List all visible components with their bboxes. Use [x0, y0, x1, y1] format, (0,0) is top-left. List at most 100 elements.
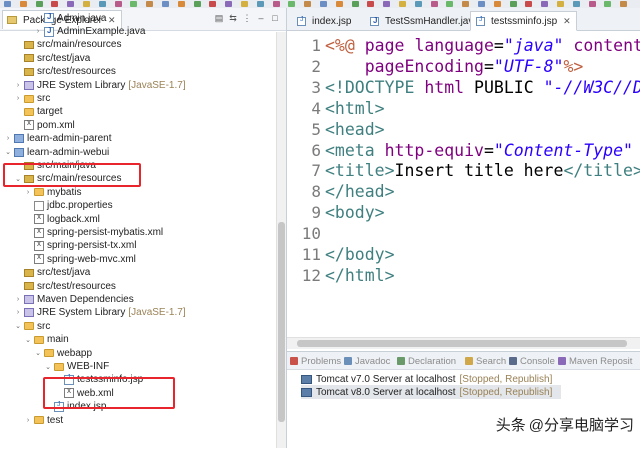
tree-item[interactable]: spring-web-mvc.xml [24, 252, 136, 266]
editor-horizontal-scrollbar[interactable] [287, 337, 640, 349]
tree-item[interactable]: › JRE System Library [JavaSE-1.7] [14, 79, 186, 92]
editor-tab[interactable]: testssminfo.jsp ✕ [470, 11, 577, 31]
collapsed-chevron-icon[interactable]: › [24, 417, 32, 424]
tree-item[interactable]: pom.xml [14, 118, 75, 132]
tree-item[interactable]: src/test/resources [14, 65, 116, 78]
toolbar-button-icon[interactable] [383, 1, 391, 7]
view-menu-icon[interactable]: ⋮ [242, 13, 252, 23]
toolbar-button-icon[interactable] [414, 1, 422, 7]
minimize-icon[interactable]: – [256, 13, 266, 23]
toolbar-button-icon[interactable] [225, 1, 233, 7]
expanded-chevron-icon[interactable]: ⌄ [4, 148, 12, 156]
panel-tab[interactable]: Console [509, 354, 555, 368]
tree-item[interactable]: › test [24, 414, 63, 427]
toolbar-button-icon[interactable] [209, 1, 217, 7]
tree-item[interactable]: › learn-admin-parent [4, 132, 112, 145]
toolbar-button-icon[interactable] [51, 1, 59, 7]
collapsed-chevron-icon[interactable]: › [14, 82, 22, 89]
server-row[interactable]: Tomcat v7.0 Server at localhost [Stopped,… [301, 372, 552, 386]
tree-item[interactable]: › Maven Dependencies [14, 293, 134, 306]
toolbar-button-icon[interactable] [146, 1, 154, 7]
expanded-chevron-icon[interactable]: ⌄ [14, 175, 22, 183]
tree-item[interactable]: index.jsp [44, 400, 106, 413]
collapsed-chevron-icon[interactable]: › [14, 95, 22, 102]
toolbar-button-icon[interactable] [193, 1, 201, 7]
tree-item[interactable]: ⌄ learn-admin-webui [4, 146, 109, 159]
tree-item[interactable]: jdbc.properties [24, 199, 113, 212]
expanded-chevron-icon[interactable]: ⌄ [14, 322, 22, 330]
editor-tab[interactable]: index.jsp [291, 11, 357, 31]
tree-item[interactable]: web.xml [54, 386, 114, 400]
toolbar-button-icon[interactable] [241, 1, 248, 7]
toolbar-button-icon[interactable] [114, 1, 122, 7]
collapsed-chevron-icon[interactable]: › [14, 296, 22, 303]
tree-item[interactable]: src/test/resources [14, 280, 116, 293]
toolbar-button-icon[interactable] [130, 1, 138, 7]
collapsed-chevron-icon[interactable]: › [24, 189, 32, 196]
tree-item[interactable]: src/test/java [14, 266, 90, 279]
collapsed-chevron-icon[interactable]: › [34, 28, 42, 35]
tree-item[interactable]: target [14, 105, 63, 118]
collapsed-chevron-icon[interactable]: › [14, 309, 22, 316]
tree-item[interactable]: › mybatis [24, 186, 82, 199]
toolbar-button-icon[interactable] [256, 1, 264, 7]
toolbar-button-icon[interactable] [462, 1, 470, 7]
expanded-chevron-icon[interactable]: ⌄ [34, 349, 42, 357]
toolbar-button-icon[interactable] [367, 1, 375, 7]
tree-item[interactable]: logback.xml [24, 212, 100, 226]
toolbar-button-icon[interactable] [335, 1, 343, 7]
tree-item[interactable]: ⌄ main [24, 333, 69, 346]
toolbar-button-icon[interactable] [304, 1, 312, 7]
tree-item[interactable]: › Admin.java [34, 12, 107, 25]
link-editor-icon[interactable]: ⇆ [228, 13, 238, 23]
toolbar-button-icon[interactable] [557, 1, 564, 7]
editor-scroll-thumb[interactable] [297, 340, 627, 347]
tree-item[interactable]: › src [14, 92, 51, 105]
tree-item[interactable]: src/test/java [14, 52, 90, 65]
toolbar-button-icon[interactable] [509, 1, 517, 7]
toolbar-button-icon[interactable] [620, 1, 628, 7]
server-row[interactable]: Tomcat v8.0 Server at localhost [Stopped,… [301, 385, 561, 399]
toolbar-button-icon[interactable] [430, 1, 438, 7]
tree-item[interactable]: ⌄ src [14, 320, 50, 333]
collapsed-chevron-icon[interactable]: › [4, 135, 12, 142]
toolbar-button-icon[interactable] [399, 1, 406, 7]
toolbar-button-icon[interactable] [541, 1, 549, 7]
explorer-scrollbar[interactable] [276, 32, 286, 448]
toolbar-button-icon[interactable] [588, 1, 596, 7]
maximize-icon[interactable]: □ [270, 13, 280, 23]
explorer-scroll-thumb[interactable] [278, 222, 285, 422]
code-editor[interactable]: 1 2 3 4 5 6 7 8 9 10 11 12 <%@ page language="java"… [287, 31, 640, 336]
tree-item[interactable]: src/main/java [14, 159, 96, 172]
toolbar-button-icon[interactable] [525, 1, 533, 7]
expanded-chevron-icon[interactable]: ⌄ [24, 336, 32, 344]
expanded-chevron-icon[interactable]: ⌄ [44, 363, 52, 371]
toolbar-button-icon[interactable] [35, 1, 43, 7]
panel-tab[interactable]: Declaration [397, 354, 456, 368]
toolbar-button-icon[interactable] [493, 1, 501, 7]
close-icon[interactable]: ✕ [563, 16, 571, 27]
tree-item[interactable]: › JRE System Library [JavaSE-1.7] [14, 306, 186, 319]
tree-item[interactable]: spring-persist-tx.xml [24, 239, 136, 252]
toolbar-button-icon[interactable] [19, 1, 27, 7]
collapsed-chevron-icon[interactable]: › [34, 15, 42, 22]
panel-tab[interactable]: Problems [290, 354, 341, 368]
toolbar-button-icon[interactable] [572, 1, 580, 7]
panel-tab[interactable]: Maven Reposit [558, 354, 632, 368]
toolbar-button-icon[interactable] [288, 1, 296, 7]
collapse-all-icon[interactable]: ▤ [214, 13, 224, 23]
toolbar-button-icon[interactable] [98, 1, 106, 7]
toolbar-button-icon[interactable] [351, 1, 359, 7]
tree-item[interactable]: ⌄ webapp [34, 347, 92, 360]
toolbar-button-icon[interactable] [604, 1, 612, 7]
panel-tab[interactable]: Search [465, 354, 506, 368]
tree-item[interactable]: spring-persist-mybatis.xml [24, 226, 163, 239]
editor-tab[interactable]: TestSsmHandler.java [364, 11, 485, 31]
toolbar-button-icon[interactable] [478, 1, 485, 7]
close-icon[interactable]: ✕ [108, 15, 116, 26]
toolbar-button-icon[interactable] [67, 1, 75, 7]
toolbar-button-icon[interactable] [446, 1, 454, 7]
toolbar-button-icon[interactable] [83, 1, 90, 7]
tree-item[interactable]: ⌄ WEB-INF [44, 360, 109, 373]
toolbar-button-icon[interactable] [177, 1, 185, 7]
